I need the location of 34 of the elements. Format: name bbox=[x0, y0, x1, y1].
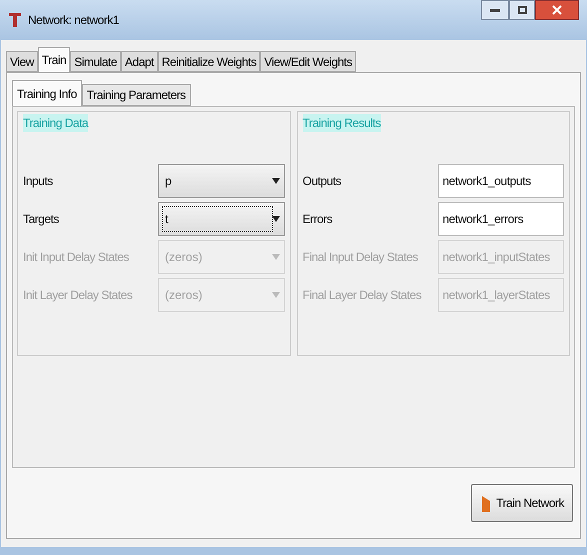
tab[interactable]: Train bbox=[38, 47, 70, 72]
field-label: Init Input Delay States bbox=[23, 249, 130, 266]
tab[interactable]: View bbox=[6, 51, 38, 72]
maximize-button[interactable] bbox=[509, 0, 535, 20]
minimize-button[interactable] bbox=[481, 0, 509, 20]
group-title: Training Results bbox=[302, 114, 381, 132]
dropdown[interactable]: p bbox=[158, 164, 284, 198]
field-label: Outputs bbox=[302, 173, 342, 190]
caret-icon bbox=[272, 216, 280, 222]
close-icon bbox=[552, 5, 562, 15]
field-label: Errors bbox=[302, 211, 334, 228]
field-label: Final Layer Delay States bbox=[302, 287, 422, 304]
input-field[interactable]: network1_errors bbox=[438, 202, 564, 236]
train-network-button[interactable]: Train Network bbox=[471, 484, 573, 522]
flame-icon bbox=[480, 494, 492, 512]
caret-icon bbox=[272, 254, 280, 260]
tab[interactable]: Reinitialize Weights bbox=[158, 51, 260, 72]
caret-icon bbox=[272, 292, 280, 298]
close-button[interactable] bbox=[535, 0, 579, 20]
field-label: Final Input Delay States bbox=[302, 249, 419, 266]
network-logo-icon bbox=[8, 11, 22, 29]
caret-icon bbox=[272, 178, 280, 184]
dropdown[interactable]: t bbox=[158, 202, 284, 236]
tab[interactable]: Adapt bbox=[120, 51, 158, 72]
group-title: Training Data bbox=[23, 114, 88, 132]
tab[interactable]: View/Edit Weights bbox=[260, 51, 356, 72]
tab[interactable]: Training Info bbox=[12, 80, 82, 106]
tab[interactable]: Training Parameters bbox=[82, 84, 191, 106]
tab[interactable]: Simulate bbox=[70, 51, 121, 72]
input-field[interactable]: network1_outputs bbox=[438, 164, 564, 198]
field-label: Targets bbox=[23, 211, 60, 228]
window-title: Network: network1 bbox=[28, 12, 119, 29]
field-label: Inputs bbox=[23, 173, 54, 190]
field-label: Init Layer Delay States bbox=[23, 287, 134, 304]
